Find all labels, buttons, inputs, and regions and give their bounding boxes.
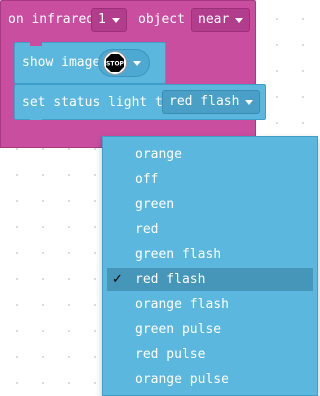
chevron-down-icon <box>245 99 254 105</box>
menu-item-red-flash[interactable]: ✓ red flash <box>107 268 313 291</box>
chevron-down-icon <box>133 60 141 66</box>
menu-item-red[interactable]: red <box>107 218 313 241</box>
show-image-label: show image <box>22 55 101 70</box>
menu-item-orange[interactable]: orange <box>107 143 313 166</box>
menu-item-green-pulse[interactable]: green pulse <box>107 318 313 341</box>
chevron-down-icon <box>111 17 120 23</box>
status-light-dropdown[interactable]: red flash <box>162 90 261 114</box>
event-block-bottom <box>0 118 104 148</box>
menu-item-green-flash[interactable]: green flash <box>107 243 313 266</box>
distance-dropdown[interactable]: near <box>191 8 251 32</box>
menu-item-orange-flash[interactable]: orange flash <box>107 293 313 316</box>
block-tab <box>30 116 42 120</box>
distance-value: near <box>198 12 230 27</box>
stop-sign-icon: STOP <box>103 51 127 75</box>
checkmark-icon: ✓ <box>112 272 123 287</box>
on-infrared-label: on infrared <box>8 12 95 27</box>
sensor-dropdown[interactable]: 1 <box>91 8 127 32</box>
menu-item-orange-pulse[interactable]: orange pulse <box>107 368 313 391</box>
svg-text:STOP: STOP <box>106 61 125 68</box>
status-light-value: red flash <box>169 94 240 109</box>
object-label: object <box>138 12 185 27</box>
sensor-value: 1 <box>98 12 106 27</box>
status-light-dropdown-menu: orange off green red green flash ✓ red f… <box>102 136 318 396</box>
block-notch <box>30 42 42 46</box>
image-dropdown[interactable]: STOP <box>98 49 150 77</box>
menu-item-green[interactable]: green <box>107 193 313 216</box>
chevron-down-icon <box>235 17 244 23</box>
menu-item-off[interactable]: off <box>107 168 313 191</box>
set-status-light-label: set status light to <box>22 95 171 110</box>
menu-item-red-pulse[interactable]: red pulse <box>107 343 313 366</box>
